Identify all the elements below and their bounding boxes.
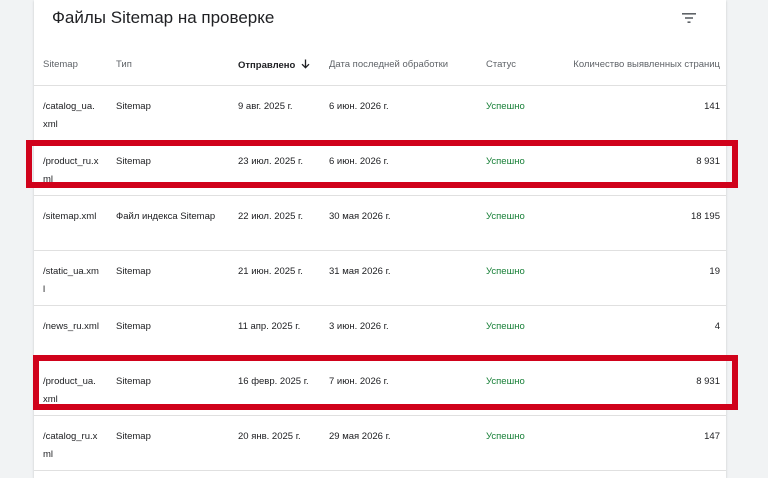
last-processed-date: 3 июн. 2026 г.	[329, 321, 389, 332]
column-status[interactable]: Статус	[486, 59, 516, 70]
column-sent-label: Отправлено	[238, 60, 296, 71]
sitemap-path[interactable]: /news_ru.xml	[43, 318, 99, 336]
discovered-count: 8 931	[696, 376, 720, 387]
table-row[interactable]: /sitemap.xml Файл индекса Sitemap 22 июл…	[34, 196, 726, 251]
last-processed-date: 30 мая 2026 г.	[329, 211, 391, 222]
sitemap-path[interactable]: /static_ua.xml	[43, 263, 99, 299]
sitemap-path[interactable]: /product_ua.xml	[43, 373, 99, 409]
status-text: Успешно	[486, 211, 525, 222]
sent-date: 16 февр. 2025 г.	[238, 376, 309, 387]
table-row[interactable]: /news_ru.xml Sitemap 11 апр. 2025 г. 3 и…	[34, 306, 726, 361]
status-text: Успешно	[486, 101, 525, 112]
sitemap-type: Sitemap	[116, 376, 151, 387]
sitemap-path[interactable]: /catalog_ru.xml	[43, 428, 99, 464]
filter-list-icon[interactable]	[680, 12, 698, 24]
card-title: Файлы Sitemap на проверке	[52, 8, 275, 27]
sent-date: 22 июл. 2025 г.	[238, 211, 303, 222]
sent-date: 21 июн. 2025 г.	[238, 266, 303, 277]
column-discovered[interactable]: Количество выявленных страниц	[573, 59, 720, 70]
sent-date: 23 июл. 2025 г.	[238, 156, 303, 167]
sitemap-type: Файл индекса Sitemap	[116, 211, 216, 222]
last-processed-date: 7 июн. 2026 г.	[329, 376, 389, 387]
last-processed-date: 6 июн. 2026 г.	[329, 156, 389, 167]
card-header: Файлы Sitemap на проверке	[34, 0, 726, 40]
sitemap-type: Sitemap	[116, 266, 151, 277]
sitemap-type: Sitemap	[116, 431, 151, 442]
last-processed-date: 29 мая 2026 г.	[329, 431, 391, 442]
table-row[interactable]: /catalog_ru.xml Sitemap 20 янв. 2025 г. …	[34, 416, 726, 471]
column-type[interactable]: Тип	[116, 59, 132, 70]
arrow-down-icon	[301, 59, 310, 72]
column-sitemap[interactable]: Sitemap	[43, 59, 78, 70]
discovered-count: 8 931	[696, 156, 720, 167]
column-last-processed[interactable]: Дата последней обработки	[329, 59, 448, 70]
table-header: Sitemap Тип Отправлено Дата последней об…	[34, 45, 726, 86]
sitemap-type: Sitemap	[116, 156, 151, 167]
table-row[interactable]: /product_ua.xml Sitemap 16 февр. 2025 г.…	[34, 361, 726, 416]
sent-date: 9 авг. 2025 г.	[238, 101, 293, 112]
status-text: Успешно	[486, 156, 525, 167]
discovered-count: 4	[714, 321, 720, 332]
discovered-count: 19	[709, 266, 720, 277]
discovered-count: 141	[704, 101, 720, 112]
last-processed-date: 6 июн. 2026 г.	[329, 101, 389, 112]
table-row[interactable]: /product_ru.xml Sitemap 23 июл. 2025 г. …	[34, 141, 726, 196]
sitemap-path[interactable]: /sitemap.xml	[43, 208, 99, 226]
status-text: Успешно	[486, 376, 525, 387]
sitemap-path[interactable]: /catalog_ua.xml	[43, 98, 99, 134]
sent-date: 11 апр. 2025 г.	[238, 321, 301, 332]
column-sent[interactable]: Отправлено	[238, 59, 310, 72]
status-text: Успешно	[486, 266, 525, 277]
status-text: Успешно	[486, 321, 525, 332]
sitemap-type: Sitemap	[116, 321, 151, 332]
status-text: Успешно	[486, 431, 525, 442]
sitemap-path[interactable]: /product_ru.xml	[43, 153, 99, 189]
last-processed-date: 31 мая 2026 г.	[329, 266, 391, 277]
discovered-count: 18 195	[690, 211, 720, 222]
sitemap-type: Sitemap	[116, 101, 151, 112]
discovered-count: 147	[704, 431, 720, 442]
sitemaps-card: Файлы Sitemap на проверке Sitemap Тип От…	[34, 0, 726, 478]
table-row[interactable]: /catalog_ua.xml Sitemap 9 авг. 2025 г. 6…	[34, 86, 726, 141]
sent-date: 20 янв. 2025 г.	[238, 431, 301, 442]
table-row[interactable]: /static_ua.xml Sitemap 21 июн. 2025 г. 3…	[34, 251, 726, 306]
